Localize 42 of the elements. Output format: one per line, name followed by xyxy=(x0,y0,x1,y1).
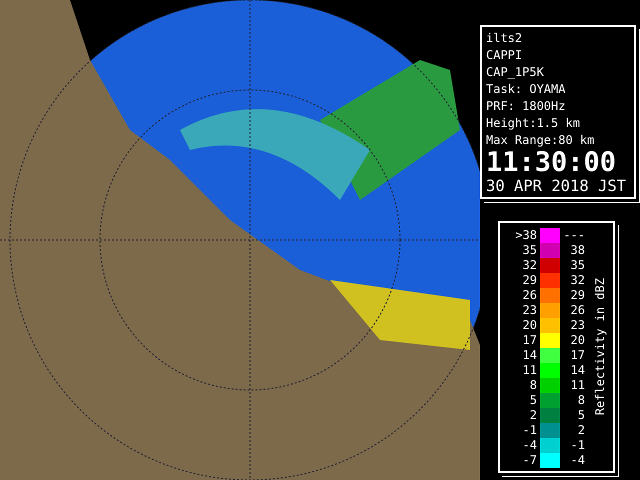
legend-low-label: -7 xyxy=(522,453,538,468)
legend-high-label: 38 xyxy=(570,243,585,258)
info-line: PRF: 1800Hz xyxy=(486,98,566,115)
legend-low-label: 23 xyxy=(522,303,538,318)
date-label: 30 APR 2018 JST xyxy=(486,177,627,195)
legend-low-label: 2 xyxy=(528,408,538,423)
time-label: 11:30:00 xyxy=(486,149,618,177)
legend-title: Reflectivity in dBZ xyxy=(592,278,608,416)
legend-high-label: 29 xyxy=(570,288,585,303)
legend-low-label: 26 xyxy=(522,288,538,303)
legend-low-label: -4 xyxy=(522,438,538,453)
legend-high-label: 11 xyxy=(570,378,585,393)
legend-high-label: 2 xyxy=(576,423,585,438)
info-line: ilts2 xyxy=(486,30,524,47)
info-line: CAP_1P5K xyxy=(486,64,545,81)
legend-low-label: >38 xyxy=(514,228,538,243)
legend-high-label: 17 xyxy=(570,348,585,363)
legend-low-label: 17 xyxy=(522,333,538,348)
info-line: Height:1.5 km xyxy=(486,115,581,132)
legend-high-label: 5 xyxy=(576,408,585,423)
legend-high-label: -1 xyxy=(570,438,585,453)
info-line: Task: OYAMA xyxy=(486,81,566,98)
legend-high-label: 35 xyxy=(570,258,585,273)
legend-low-label: 35 xyxy=(522,243,538,258)
legend-high-label: 8 xyxy=(576,393,585,408)
info-line: CAPPI xyxy=(486,47,524,64)
legend-low-label: 29 xyxy=(522,273,538,288)
legend-low-label: 32 xyxy=(522,258,538,273)
legend-low-label: 5 xyxy=(528,393,538,408)
legend-high-label: 23 xyxy=(570,318,585,333)
legend-low-label: 20 xyxy=(522,318,538,333)
legend-low-label: 11 xyxy=(522,363,538,378)
legend-high-label: 26 xyxy=(570,303,585,318)
legend-low-label: 14 xyxy=(522,348,538,363)
legend-high-label: 20 xyxy=(570,333,585,348)
legend-high-label: --- xyxy=(562,228,585,243)
legend-high-label: 14 xyxy=(570,363,585,378)
legend-low-label: 8 xyxy=(528,378,538,393)
info-line: Max Range:80 km xyxy=(486,132,596,149)
legend-high-label: -4 xyxy=(570,453,585,468)
legend-low-label: -1 xyxy=(522,423,538,438)
legend-high-label: 32 xyxy=(570,273,585,288)
